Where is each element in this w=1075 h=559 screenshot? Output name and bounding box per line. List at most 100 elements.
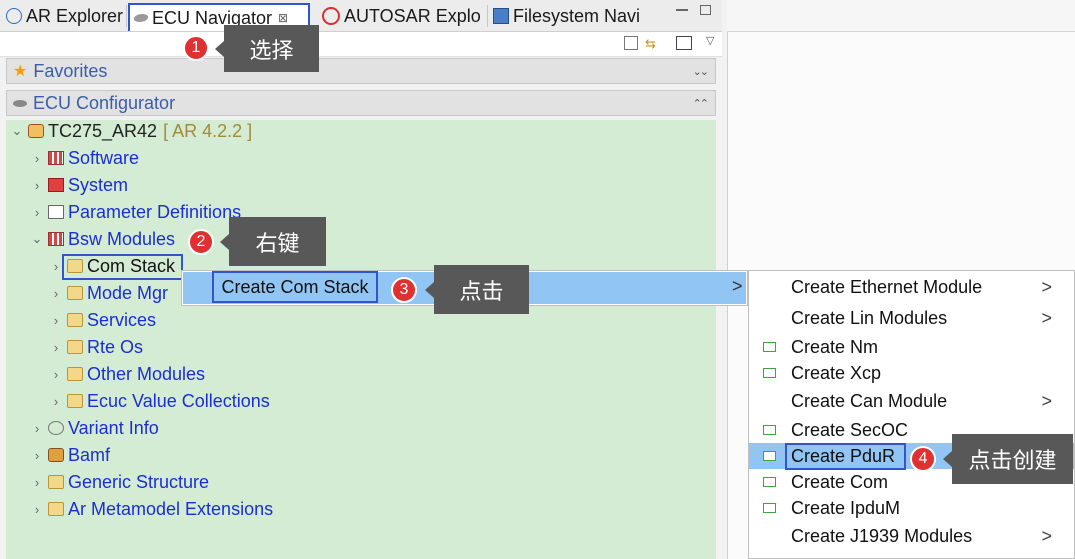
tree-item-services[interactable]: › Services — [49, 307, 156, 333]
view-menu-grid-icon[interactable] — [676, 36, 692, 50]
step-tooltip-2: 右键 — [220, 217, 326, 266]
expand-icon[interactable]: ⌄⌄ — [693, 65, 710, 78]
collapsed-chevron-icon[interactable]: › — [49, 394, 63, 409]
collapse-icon[interactable]: ⌃⌃ — [693, 97, 710, 110]
view-menu-dropdown-icon[interactable]: ▽ — [706, 34, 714, 47]
tree-item-label: Services — [87, 309, 157, 330]
menu-item-label: Create IpduM — [791, 497, 901, 518]
collapsed-chevron-icon[interactable]: › — [30, 205, 44, 220]
module-icon — [763, 368, 776, 378]
module-icon — [763, 451, 776, 461]
software-icon — [48, 151, 64, 165]
collapsed-chevron-icon[interactable]: › — [30, 178, 44, 193]
ar-explorer-icon — [6, 8, 22, 24]
maximize-icon[interactable] — [700, 5, 711, 15]
editor-area-header — [727, 0, 1075, 32]
tab-label: AR Explorer — [26, 5, 124, 26]
collapsed-chevron-icon[interactable]: › — [49, 259, 63, 274]
menu-item-create-xcp[interactable]: Create Xcp — [749, 360, 1074, 386]
tree-item-label: Parameter Definitions — [68, 201, 242, 222]
tree-item-other-modules[interactable]: › Other Modules — [49, 361, 205, 387]
folder-icon — [67, 394, 83, 408]
menu-item-label: Create SecOC — [791, 419, 909, 440]
tree-root[interactable]: ⌄ TC275_AR42 [ AR 4.2.2 ] — [10, 118, 253, 144]
favorites-section-header[interactable]: ★ Favorites ⌄⌄ — [6, 58, 716, 84]
tab-filesystem-navigator[interactable]: Filesystem Navi — [489, 3, 651, 29]
tree-item-system[interactable]: › System — [30, 172, 128, 198]
folder-icon — [67, 340, 83, 354]
step-tooltip-4: 点击创建 — [943, 434, 1073, 484]
step-tooltip-3: 点击 — [425, 265, 529, 314]
module-icon — [763, 477, 776, 487]
tree-item-bamf[interactable]: › Bamf — [30, 442, 110, 468]
variant-icon — [48, 421, 64, 435]
tab-autosar-explorer[interactable]: AUTOSAR Explo — [318, 3, 486, 29]
document-icon — [48, 205, 64, 219]
menu-item-create-ethernet-module[interactable]: Create Ethernet Module > — [749, 274, 1074, 300]
create-com-stack-menu-item[interactable]: Create Com Stack — [212, 271, 378, 303]
step-tooltip-1: 选择 — [215, 25, 319, 72]
tab-label: Filesystem Navi — [513, 5, 641, 26]
ecu-project-icon — [28, 124, 44, 138]
collapsed-chevron-icon[interactable]: › — [30, 448, 44, 463]
tree-item-parameter-definitions[interactable]: › Parameter Definitions — [30, 199, 241, 225]
tree-item-bsw-modules[interactable]: ⌄ Bsw Modules — [30, 226, 176, 252]
collapse-all-icon[interactable] — [624, 36, 638, 50]
collapsed-chevron-icon[interactable]: › — [49, 286, 63, 301]
module-icon — [763, 342, 776, 352]
menu-item-label: Create J1939 Modules — [791, 525, 973, 546]
menu-item-create-can-module[interactable]: Create Can Module > — [749, 388, 1074, 414]
tree-item-ar-metamodel-extensions[interactable]: › Ar Metamodel Extensions — [30, 496, 273, 522]
focus-box-create-pdur — [785, 443, 906, 470]
collapsed-chevron-icon[interactable]: › — [49, 367, 63, 382]
tree-item-label: Other Modules — [87, 363, 206, 384]
tree-item-label: Software — [68, 147, 140, 168]
menu-item-create-ipdum[interactable]: Create IpduM — [749, 495, 1074, 521]
tree-item-rte-os[interactable]: › Rte Os — [49, 334, 143, 360]
collapsed-chevron-icon[interactable]: › — [49, 340, 63, 355]
submenu-arrow-icon: > — [1041, 276, 1052, 297]
autosar-explorer-icon — [322, 7, 340, 25]
menu-item-label: Create Can Module — [791, 390, 948, 411]
collapsed-chevron-icon[interactable]: › — [30, 475, 44, 490]
tree-item-label: Rte Os — [87, 336, 144, 357]
folder-icon — [67, 286, 83, 300]
folder-icon — [67, 313, 83, 327]
close-icon[interactable]: ⊠ — [278, 11, 288, 25]
bsw-modules-icon — [48, 232, 64, 246]
tree-item-label: Ecuc Value Collections — [87, 390, 270, 411]
module-icon — [763, 425, 776, 435]
ecu-configurator-icon — [13, 99, 27, 107]
collapsed-chevron-icon[interactable]: › — [30, 151, 44, 166]
menu-item-create-j1939-modules[interactable]: Create J1939 Modules > — [749, 523, 1074, 549]
collapsed-chevron-icon[interactable]: › — [30, 502, 44, 517]
menu-item-label: Create Nm — [791, 336, 879, 357]
ecu-configurator-section-header[interactable]: ECU Configurator ⌃⌃ — [6, 90, 716, 116]
submenu-arrow-icon: > — [1041, 390, 1052, 411]
expanded-chevron-icon[interactable]: ⌄ — [30, 231, 44, 247]
tree-item-mode-mgr[interactable]: › Mode Mgr — [49, 280, 168, 306]
menu-item-label: Create Lin Modules — [791, 307, 948, 328]
system-icon — [48, 178, 64, 192]
step-badge-3: 3 — [391, 277, 417, 303]
submenu-arrow-icon: > — [1041, 525, 1052, 546]
folder-icon — [48, 475, 64, 489]
link-with-editor-icon[interactable]: ⇆ — [645, 36, 656, 52]
tab-label: AUTOSAR Explo — [344, 5, 481, 26]
menu-item-create-lin-modules[interactable]: Create Lin Modules > — [749, 305, 1074, 331]
ecu-configurator-title: ECU Configurator — [33, 92, 176, 113]
menu-item-create-nm[interactable]: Create Nm — [749, 334, 1074, 360]
tree-item-software[interactable]: › Software — [30, 145, 139, 171]
folder-icon — [67, 367, 83, 381]
submenu-arrow-icon: > — [1041, 307, 1052, 328]
collapsed-chevron-icon[interactable]: › — [49, 313, 63, 328]
tree-item-generic-structure[interactable]: › Generic Structure — [30, 469, 209, 495]
tree-item-variant-info[interactable]: › Variant Info — [30, 415, 159, 441]
expanded-chevron-icon[interactable]: ⌄ — [10, 123, 24, 139]
tree-item-ecuc-value-collections[interactable]: › Ecuc Value Collections — [49, 388, 270, 414]
tab-ar-explorer[interactable]: AR Explorer — [2, 3, 124, 29]
menu-item-label: Create Xcp — [791, 362, 882, 383]
menu-item-label: Create Ethernet Module — [791, 276, 983, 297]
minimize-icon[interactable] — [676, 9, 688, 11]
collapsed-chevron-icon[interactable]: › — [30, 421, 44, 436]
